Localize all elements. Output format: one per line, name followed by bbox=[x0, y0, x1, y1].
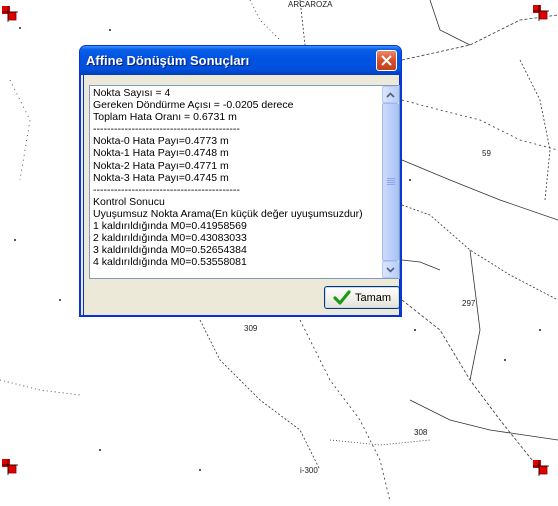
result-line: Nokta-0 Hata Payı=0.4773 m bbox=[93, 135, 229, 148]
result-line: Uyuşumsuz Nokta Arama(En küçük değer uyu… bbox=[93, 207, 363, 220]
scroll-down-button[interactable] bbox=[382, 261, 399, 278]
result-line: Nokta-2 Hata Payı=0.4771 m bbox=[93, 159, 229, 172]
result-line: 2 kaldırıldığında M0=0.43083033 bbox=[93, 232, 247, 245]
map-label-308: 308 bbox=[414, 428, 428, 437]
result-line: 4 kaldırıldığında M0=0.53558081 bbox=[93, 256, 247, 269]
dialog-title-bar[interactable]: Affine Dönüşüm Sonuçları bbox=[80, 46, 401, 75]
control-point-marker-top-right[interactable] bbox=[533, 5, 549, 21]
map-label-300: i-300 bbox=[300, 466, 318, 475]
ok-button[interactable]: Tamam bbox=[324, 286, 400, 309]
control-point-marker-bottom-right[interactable] bbox=[533, 460, 549, 476]
vertical-scrollbar[interactable] bbox=[382, 86, 399, 278]
close-button[interactable] bbox=[376, 50, 397, 71]
scrollbar-thumb[interactable] bbox=[382, 103, 399, 261]
result-line: Kontrol Sonucu bbox=[93, 195, 165, 208]
close-icon bbox=[381, 55, 392, 66]
result-line: ----------------------------------------… bbox=[93, 183, 240, 196]
map-label-top: ARCAROZA bbox=[288, 0, 333, 9]
results-textbox[interactable]: Nokta Sayısı = 4 Gereken Döndürme Açısı =… bbox=[89, 85, 400, 279]
map-label-297: 297 bbox=[462, 299, 476, 308]
result-line: Gereken Döndürme Açısı = -0.0205 derece bbox=[93, 99, 294, 112]
dialog-body: Nokta Sayısı = 4 Gereken Döndürme Açısı =… bbox=[83, 75, 400, 316]
result-line: Nokta-3 Hata Payı=0.4745 m bbox=[93, 171, 229, 184]
ok-button-label: Tamam bbox=[354, 291, 392, 304]
map-label-309: 309 bbox=[244, 324, 258, 333]
result-line: 1 kaldırıldığında M0=0.41958569 bbox=[93, 220, 247, 233]
affine-results-dialog: Affine Dönüşüm Sonuçları Nokta Sayısı = … bbox=[79, 45, 402, 317]
result-line: Toplam Hata Oranı = 0.6731 m bbox=[93, 111, 237, 124]
map-label-59: 59 bbox=[482, 149, 491, 158]
arrow-up-icon bbox=[386, 91, 395, 98]
result-line: Nokta Sayısı = 4 bbox=[93, 87, 171, 99]
scroll-up-button[interactable] bbox=[382, 86, 399, 103]
results-text: Nokta Sayısı = 4 Gereken Döndürme Açısı =… bbox=[93, 87, 383, 277]
arrow-down-icon bbox=[386, 266, 395, 273]
result-line: ----------------------------------------… bbox=[93, 123, 240, 136]
result-line: 3 kaldırıldığında M0=0.52654384 bbox=[93, 244, 247, 257]
control-point-marker-top-left[interactable] bbox=[2, 6, 18, 22]
control-point-marker-bottom-left[interactable] bbox=[2, 459, 18, 475]
dialog-title: Affine Dönüşüm Sonuçları bbox=[86, 53, 250, 68]
checkmark-icon bbox=[333, 289, 351, 305]
result-line: Nokta-1 Hata Payı=0.4748 m bbox=[93, 147, 229, 160]
